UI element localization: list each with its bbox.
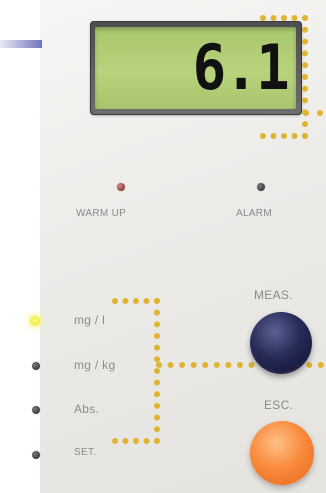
unit-led-set [32,451,40,459]
meas-button-label: MEAS. [254,288,293,302]
esc-button[interactable] [250,421,314,485]
device-panel-screenshot: 6.1 WARM UP ALARM mg / l mg / kg Abs. SE… [0,0,326,493]
alarm-led [257,183,265,191]
warm-up-led [117,183,125,191]
unit-led-abs [32,406,40,414]
display-callout-bracket [260,15,308,139]
unit-label-mg-per-kg: mg / kg [74,358,116,372]
unit-label-abs: Abs. [74,402,100,416]
alarm-label: ALARM [236,208,272,219]
accent-bar [0,40,42,48]
unit-led-mg-per-kg [32,362,40,370]
warm-up-label: WARM UP [76,208,127,219]
meas-button[interactable] [250,312,312,374]
display-callout-tick [303,110,323,116]
unit-led-mg-per-l [30,316,40,326]
esc-button-label: ESC. [264,398,294,412]
unit-label-mg-per-l: mg / l [74,313,106,327]
units-callout-bracket [112,298,160,444]
unit-label-set: SET. [74,447,97,458]
